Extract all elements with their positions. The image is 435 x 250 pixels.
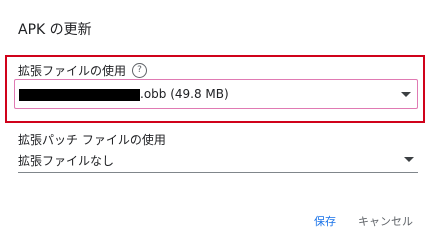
- save-button[interactable]: 保存: [314, 213, 336, 229]
- expansion-file-label-row: 拡張ファイルの使用 ?: [18, 62, 148, 79]
- patch-file-select[interactable]: 拡張ファイルなし: [18, 148, 418, 173]
- arrow-drop-down-icon: [404, 157, 414, 162]
- cancel-button[interactable]: キャンセル: [358, 213, 413, 229]
- redacted-filename: [19, 89, 140, 101]
- expansion-file-value: .obb (49.8 MB): [140, 87, 229, 101]
- help-circle-icon[interactable]: ?: [132, 63, 148, 78]
- arrow-drop-down-icon: [401, 92, 411, 97]
- dialog-title: APK の更新: [18, 22, 92, 38]
- expansion-file-label: 拡張ファイルの使用: [18, 64, 127, 78]
- patch-file-label: 拡張パッチ ファイルの使用: [18, 133, 166, 147]
- expansion-file-select[interactable]: .obb (49.8 MB): [14, 79, 418, 109]
- patch-file-value: 拡張ファイルなし: [18, 154, 115, 168]
